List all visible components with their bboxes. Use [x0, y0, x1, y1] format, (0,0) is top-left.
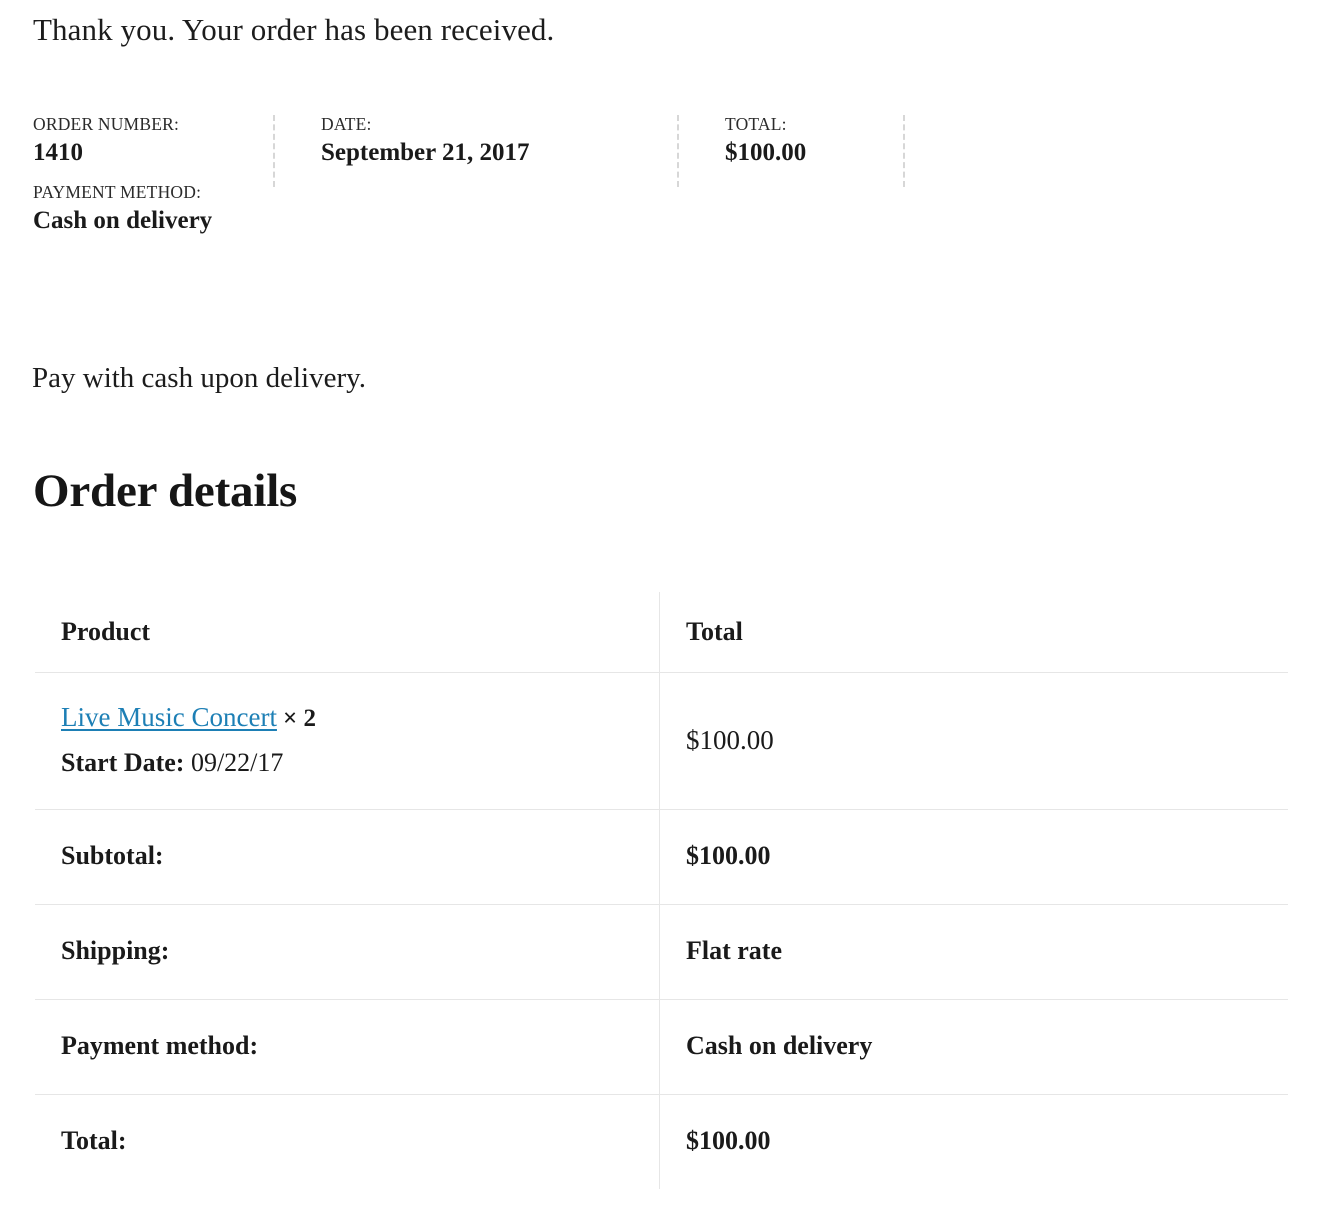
meta-order-date-label: Date:	[321, 114, 372, 134]
product-link[interactable]: Live Music Concert	[61, 702, 277, 732]
meta-order-number: Order number: 1410	[33, 112, 333, 170]
meta-payment-method: Payment method: Cash on delivery	[33, 180, 333, 238]
summary-label-shipping: Shipping:	[35, 904, 660, 1000]
meta-order-number-label: Order number:	[33, 114, 180, 134]
meta-order-total: Total: $100.00	[725, 112, 1025, 170]
order-confirmation-message: Thank you. Your order has been received.	[33, 12, 555, 47]
summary-label-subtotal: Subtotal:	[35, 809, 660, 905]
meta-order-date-value: September 21, 2017	[321, 139, 530, 166]
meta-order-total-value: $100.00	[725, 139, 807, 166]
line-item-product-line: Live Music Concert × 2	[61, 697, 633, 739]
meta-payment-method-value: Cash on delivery	[33, 207, 213, 234]
table-row-total: Total: $100.00	[35, 1094, 1288, 1189]
order-details-table-wrap: Product Total Live Music Concert × 2 Star…	[34, 591, 1289, 1190]
meta-payment-method-label: Payment method:	[33, 182, 202, 202]
table-row-payment-method: Payment method: Cash on delivery	[35, 999, 1288, 1095]
meta-order-number-value: 1410	[33, 139, 83, 166]
line-item-meta-key: Start Date:	[61, 748, 185, 777]
summary-label-total: Total:	[35, 1094, 660, 1189]
line-item-product-cell: Live Music Concert × 2 Start Date: 09/22/…	[35, 672, 660, 810]
quantity-separator: ×	[282, 705, 298, 732]
order-details-table: Product Total Live Music Concert × 2 Star…	[34, 591, 1289, 1190]
meta-order-total-label: Total:	[725, 114, 787, 134]
meta-divider-2	[677, 115, 679, 187]
line-item-quantity: × 2	[283, 705, 316, 732]
summary-value-total: $100.00	[659, 1094, 1288, 1189]
quantity-value: 2	[303, 705, 316, 732]
summary-value-subtotal: $100.00	[659, 809, 1288, 905]
table-row-shipping: Shipping: Flat rate	[35, 904, 1288, 1000]
order-table-body: Live Music Concert × 2 Start Date: 09/22/…	[35, 672, 1288, 1189]
order-table-head: Product Total	[35, 592, 1288, 673]
table-row-subtotal: Subtotal: $100.00	[35, 809, 1288, 905]
order-overview: Order number: 1410 Date: September 21, 2…	[33, 112, 1033, 252]
column-header-product: Product	[35, 592, 660, 673]
order-details-heading: Order details	[33, 465, 298, 517]
order-table-header-row: Product Total	[35, 592, 1288, 673]
line-item-meta-value: 09/22/17	[190, 748, 284, 777]
line-item-total: $100.00	[659, 672, 1288, 810]
summary-value-shipping: Flat rate	[659, 904, 1288, 1000]
column-header-total: Total	[659, 592, 1288, 673]
meta-order-date: Date: September 21, 2017	[321, 112, 621, 170]
summary-value-payment-method: Cash on delivery	[659, 999, 1288, 1095]
summary-label-payment-method: Payment method:	[35, 999, 660, 1095]
table-row-line-item: Live Music Concert × 2 Start Date: 09/22/…	[35, 672, 1288, 810]
line-item-meta: Start Date: 09/22/17	[61, 743, 633, 783]
order-received-page: Thank you. Your order has been received.…	[0, 0, 1319, 1231]
payment-instruction-text: Pay with cash upon delivery.	[32, 362, 366, 394]
